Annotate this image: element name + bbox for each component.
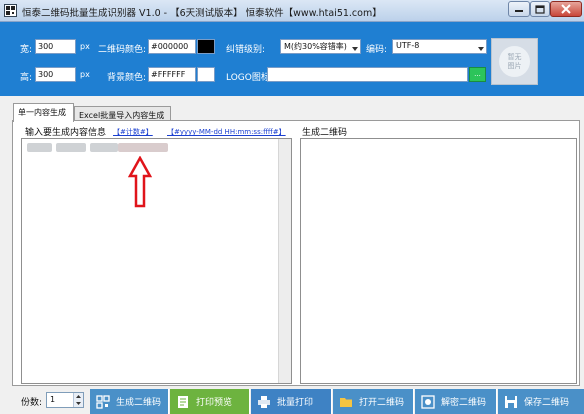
close-icon xyxy=(561,4,571,14)
content-input-textarea[interactable] xyxy=(21,138,292,384)
redacted-text xyxy=(90,143,118,152)
encoding-select[interactable]: UTF-8 xyxy=(392,39,487,54)
window-title: 恒泰二维码批量生成识别器 V1.0 - 【6天测试版本】 恒泰软件【www.ht… xyxy=(22,8,382,19)
logo-browse-button[interactable]: ... xyxy=(469,67,486,82)
encoding-value: UTF-8 xyxy=(396,41,420,50)
chevron-down-icon xyxy=(352,44,358,53)
error-level-select[interactable]: M(约30%容错率) xyxy=(280,39,361,54)
height-input[interactable]: 300 xyxy=(35,67,76,82)
output-group-label: 生成二维码 xyxy=(300,125,350,138)
bg-color-label: 背景颜色: xyxy=(107,73,147,83)
app-icon xyxy=(4,4,17,17)
printer-icon xyxy=(257,395,271,409)
batch-print-label: 批量打印 xyxy=(277,398,314,408)
error-level-value: M(约30%容错率) xyxy=(284,42,347,51)
tab-single[interactable]: 单一内容生成 xyxy=(13,103,74,122)
encoding-label: 编码: xyxy=(366,45,388,55)
maximize-icon xyxy=(535,4,545,14)
qr-color-swatch[interactable] xyxy=(197,39,215,54)
decode-qr-label: 解密二维码 xyxy=(441,398,487,408)
open-qr-label: 打开二维码 xyxy=(359,398,405,408)
preview-placeholder-text: 暂无图片 xyxy=(507,52,522,70)
bg-color-swatch[interactable] xyxy=(197,67,215,82)
width-input[interactable]: 300 xyxy=(35,39,76,54)
save-icon xyxy=(504,395,518,409)
print-preview-icon xyxy=(176,395,190,409)
batch-print-button[interactable]: 批量打印 xyxy=(251,389,332,414)
count-value: 1 xyxy=(50,395,56,404)
stepper-arrows-icon[interactable] xyxy=(73,393,83,407)
datetime-token-link[interactable]: 【#yyyy-MM-dd HH:mm:ss:ffff#】 xyxy=(167,127,286,137)
red-arrow-icon xyxy=(128,156,152,208)
width-unit: px xyxy=(80,42,90,51)
qr-color-label: 二维码颜色: xyxy=(98,45,147,55)
height-label: 高: xyxy=(20,73,33,83)
save-qr-button[interactable]: 保存二维码 xyxy=(498,389,584,414)
qrcode-icon xyxy=(96,394,110,409)
redacted-text xyxy=(118,143,168,152)
logo-label: LOGO图标: xyxy=(226,73,273,83)
logo-path-input[interactable] xyxy=(267,67,468,82)
save-qr-label: 保存二维码 xyxy=(524,398,570,408)
error-level-label: 纠错级别: xyxy=(226,45,266,55)
maximize-button[interactable] xyxy=(530,1,550,17)
redacted-text xyxy=(27,143,52,152)
count-label: 份数: xyxy=(21,398,43,408)
qr-output-area xyxy=(300,138,577,384)
minimize-button[interactable] xyxy=(508,1,530,17)
open-qr-button[interactable]: 打开二维码 xyxy=(333,389,414,414)
input-group-label: 输入要生成内容信息 xyxy=(23,125,109,138)
app-window: 恒泰二维码批量生成识别器 V1.0 - 【6天测试版本】 恒泰软件【www.ht… xyxy=(0,0,584,414)
print-preview-label: 打印预览 xyxy=(196,398,233,408)
width-label: 宽: xyxy=(20,45,33,55)
qr-color-input[interactable]: #000000 xyxy=(148,39,196,54)
folder-icon xyxy=(339,395,353,409)
close-button[interactable] xyxy=(550,1,582,17)
image-placeholder-icon: 暂无图片 xyxy=(499,46,530,77)
qr-preview-box: 暂无图片 xyxy=(491,38,538,85)
height-unit: px xyxy=(80,70,90,79)
generate-qr-button[interactable]: 生成二维码 xyxy=(90,389,169,414)
count-stepper[interactable]: 1 xyxy=(46,392,84,408)
title-bar: 恒泰二维码批量生成识别器 V1.0 - 【6天测试版本】 恒泰软件【www.ht… xyxy=(0,0,584,22)
print-preview-button[interactable]: 打印预览 xyxy=(170,389,250,414)
chevron-down-icon xyxy=(478,44,484,53)
vertical-scrollbar[interactable] xyxy=(278,139,291,383)
decode-qr-button[interactable]: 解密二维码 xyxy=(415,389,497,414)
generate-qr-label: 生成二维码 xyxy=(116,398,162,408)
decode-icon xyxy=(421,394,435,409)
redacted-text xyxy=(56,143,86,152)
minimize-icon xyxy=(514,5,524,13)
counter-token-link[interactable]: 【#计数#】 xyxy=(113,127,153,137)
bg-color-input[interactable]: #FFFFFF xyxy=(148,67,196,82)
